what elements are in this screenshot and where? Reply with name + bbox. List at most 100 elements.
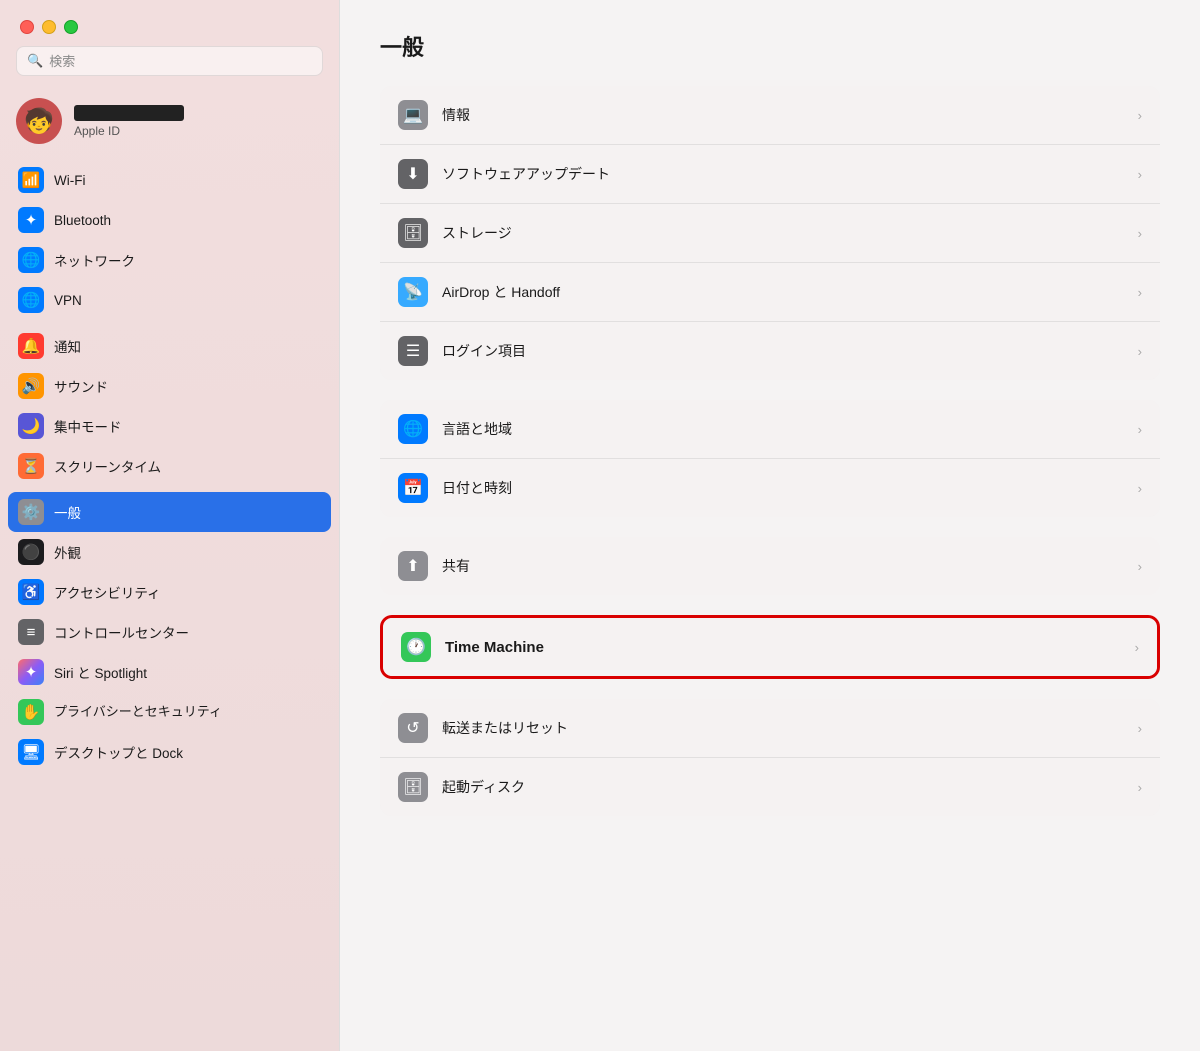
airdrop-icon: 📡 xyxy=(398,277,428,307)
apple-id-section[interactable]: 🧒 Apple ID xyxy=(0,90,339,156)
row-login[interactable]: ☰ ログイン項目 › xyxy=(380,322,1160,380)
row-language[interactable]: 🌐 言語と地域 › xyxy=(380,400,1160,459)
sidebar-item-label: 一般 xyxy=(54,502,81,522)
sidebar-item-wifi[interactable]: 📶 Wi-Fi xyxy=(8,160,331,200)
general-icon: ⚙️ xyxy=(18,499,44,525)
settings-group-5: ↺ 転送またはリセット › 🗄 起動ディスク › xyxy=(380,699,1160,816)
row-label: 転送またはリセット xyxy=(442,718,1138,738)
row-update[interactable]: ⬇ ソフトウェアアップデート › xyxy=(380,145,1160,204)
startup-icon: 🗄 xyxy=(398,772,428,802)
sidebar-group-system: 🔔 通知 🔊 サウンド 🌙 集中モード ⏳ スクリーンタイム xyxy=(8,326,331,486)
sidebar-item-vpn[interactable]: 🌐 VPN xyxy=(8,280,331,320)
settings-group-3: ⬆ 共有 › xyxy=(380,537,1160,595)
row-label: 情報 xyxy=(442,105,1138,125)
sidebar-group-network: 📶 Wi-Fi ✦ Bluetooth 🌐 ネットワーク 🌐 VPN xyxy=(8,160,331,320)
avatar: 🧒 xyxy=(16,98,62,144)
row-airdrop[interactable]: 📡 AirDrop と Handoff › xyxy=(380,263,1160,322)
sidebar-item-desktop[interactable]: 🖥 デスクトップと Dock xyxy=(8,732,331,772)
chevron-icon: › xyxy=(1138,344,1142,359)
timemachine-icon: 🕐 xyxy=(401,632,431,662)
desktop-icon: 🖥 xyxy=(18,739,44,765)
settings-group-2: 🌐 言語と地域 › 📅 日付と時刻 › xyxy=(380,400,1160,517)
chevron-icon: › xyxy=(1138,422,1142,437)
close-button[interactable] xyxy=(20,20,34,34)
privacy-icon: ✋ xyxy=(18,699,44,725)
sidebar-item-siri[interactable]: ✦ Siri と Spotlight xyxy=(8,652,331,692)
row-startup[interactable]: 🗄 起動ディスク › xyxy=(380,758,1160,816)
sidebar-item-screentime[interactable]: ⏳ スクリーンタイム xyxy=(8,446,331,486)
vpn-icon: 🌐 xyxy=(18,287,44,313)
row-label: ログイン項目 xyxy=(442,341,1138,361)
siri-icon: ✦ xyxy=(18,659,44,685)
sidebar-scroll: 📶 Wi-Fi ✦ Bluetooth 🌐 ネットワーク 🌐 VPN 🔔 通知 xyxy=(0,156,339,1051)
row-label: ソフトウェアアップデート xyxy=(442,164,1138,184)
sidebar-item-controlcenter[interactable]: ≡ コントロールセンター xyxy=(8,612,331,652)
language-icon: 🌐 xyxy=(398,414,428,444)
row-label: 起動ディスク xyxy=(442,777,1138,797)
sidebar-item-label: 集中モード xyxy=(54,416,122,436)
fullscreen-button[interactable] xyxy=(64,20,78,34)
page-title: 一般 xyxy=(380,30,1160,62)
chevron-icon: › xyxy=(1138,780,1142,795)
row-datetime[interactable]: 📅 日付と時刻 › xyxy=(380,459,1160,517)
sidebar-item-label: 外観 xyxy=(54,542,81,562)
bluetooth-icon: ✦ xyxy=(18,207,44,233)
search-icon: 🔍 xyxy=(27,53,43,69)
notifications-icon: 🔔 xyxy=(18,333,44,359)
row-transfer[interactable]: ↺ 転送またはリセット › xyxy=(380,699,1160,758)
sidebar-item-focus[interactable]: 🌙 集中モード xyxy=(8,406,331,446)
sidebar: 🔍 🧒 Apple ID 📶 Wi-Fi ✦ Bluetooth 🌐 ネットワー… xyxy=(0,0,340,1051)
sidebar-item-label: スクリーンタイム xyxy=(54,456,161,476)
sidebar-item-label: VPN xyxy=(54,293,82,308)
sidebar-item-label: コントロールセンター xyxy=(54,622,189,642)
sidebar-item-network[interactable]: 🌐 ネットワーク xyxy=(8,240,331,280)
sidebar-item-privacy[interactable]: ✋ プライバシーとセキュリティ xyxy=(8,692,331,732)
sidebar-item-label: Siri と Spotlight xyxy=(54,662,147,682)
sidebar-item-label: Wi-Fi xyxy=(54,173,85,188)
chevron-icon: › xyxy=(1138,481,1142,496)
wifi-icon: 📶 xyxy=(18,167,44,193)
row-label: ストレージ xyxy=(442,223,1138,243)
sidebar-item-sound[interactable]: 🔊 サウンド xyxy=(8,366,331,406)
chevron-icon: › xyxy=(1138,167,1142,182)
sidebar-item-label: デスクトップと Dock xyxy=(54,742,183,762)
focus-icon: 🌙 xyxy=(18,413,44,439)
login-icon: ☰ xyxy=(398,336,428,366)
search-input[interactable] xyxy=(49,54,312,69)
transfer-icon: ↺ xyxy=(398,713,428,743)
settings-group-1: 💻 情報 › ⬇ ソフトウェアアップデート › 🗄 ストレージ › 📡 AirD… xyxy=(380,86,1160,380)
sidebar-item-bluetooth[interactable]: ✦ Bluetooth xyxy=(8,200,331,240)
update-icon: ⬇ xyxy=(398,159,428,189)
sidebar-item-accessibility[interactable]: ♿ アクセシビリティ xyxy=(8,572,331,612)
chevron-icon: › xyxy=(1138,108,1142,123)
sidebar-item-label: 通知 xyxy=(54,336,81,356)
chevron-icon: › xyxy=(1138,721,1142,736)
sidebar-item-label: Bluetooth xyxy=(54,213,111,228)
timemachine-wrapper: 🕐 Time Machine › xyxy=(380,615,1160,679)
storage-icon: 🗄 xyxy=(398,218,428,248)
row-info[interactable]: 💻 情報 › xyxy=(380,86,1160,145)
main-content: 一般 💻 情報 › ⬇ ソフトウェアアップデート › 🗄 ストレージ › 📡 A… xyxy=(340,0,1200,1051)
apple-id-name-redacted xyxy=(74,105,184,121)
controlcenter-icon: ≡ xyxy=(18,619,44,645)
row-label: 共有 xyxy=(442,556,1138,576)
chevron-icon: › xyxy=(1138,559,1142,574)
sidebar-item-label: アクセシビリティ xyxy=(54,582,161,602)
sidebar-item-general[interactable]: ⚙️ 一般 xyxy=(8,492,331,532)
sidebar-item-label: プライバシーとセキュリティ xyxy=(54,704,222,721)
sound-icon: 🔊 xyxy=(18,373,44,399)
minimize-button[interactable] xyxy=(42,20,56,34)
row-sharing[interactable]: ⬆ 共有 › xyxy=(380,537,1160,595)
sidebar-item-appearance[interactable]: ⚫ 外観 xyxy=(8,532,331,572)
row-storage[interactable]: 🗄 ストレージ › xyxy=(380,204,1160,263)
accessibility-icon: ♿ xyxy=(18,579,44,605)
traffic-lights xyxy=(0,0,339,46)
chevron-icon: › xyxy=(1135,640,1139,655)
sidebar-item-label: サウンド xyxy=(54,376,108,396)
screentime-icon: ⏳ xyxy=(18,453,44,479)
sidebar-group-general: ⚙️ 一般 ⚫ 外観 ♿ アクセシビリティ ≡ コントロールセンター ✦ Sir… xyxy=(8,492,331,772)
chevron-icon: › xyxy=(1138,285,1142,300)
sidebar-item-notifications[interactable]: 🔔 通知 xyxy=(8,326,331,366)
search-bar[interactable]: 🔍 xyxy=(16,46,323,76)
row-timemachine[interactable]: 🕐 Time Machine › xyxy=(383,618,1157,676)
